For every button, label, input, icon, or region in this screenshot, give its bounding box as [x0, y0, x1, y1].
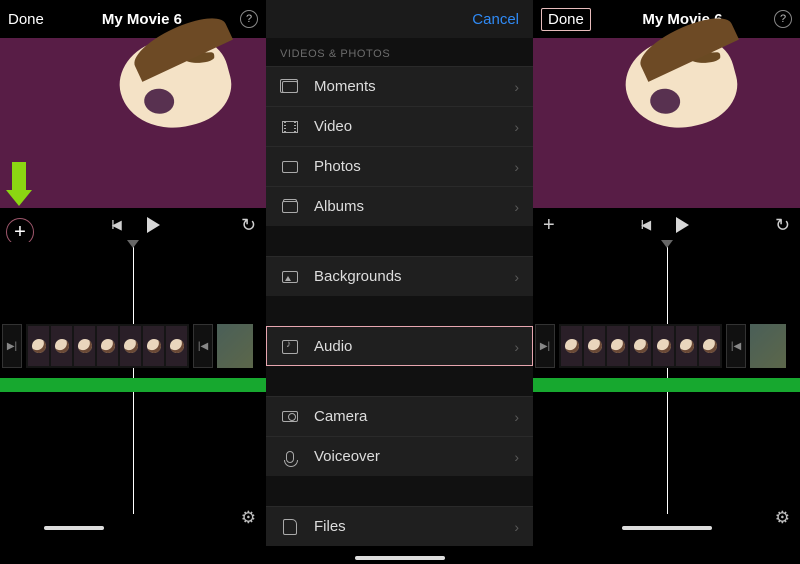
- row-moments[interactable]: Moments ›: [266, 66, 533, 106]
- section-gap: [266, 296, 533, 326]
- audio-icon: [280, 337, 300, 357]
- picker-top-bar: Cancel: [266, 0, 533, 38]
- add-media-button[interactable]: +: [543, 214, 555, 237]
- video-clip[interactable]: [26, 324, 189, 368]
- timeline[interactable]: ▶| |◀ ⚙: [0, 242, 266, 534]
- video-clip[interactable]: [559, 324, 722, 368]
- play-button[interactable]: [147, 217, 160, 233]
- video-preview: [0, 38, 266, 208]
- camera-icon: [280, 407, 300, 427]
- settings-icon[interactable]: ⚙: [775, 508, 790, 528]
- done-button[interactable]: Done: [541, 8, 591, 31]
- transport-bar: + I◀ ↺: [533, 208, 800, 242]
- home-indicator: [355, 556, 445, 560]
- tutorial-triptych: Done My Movie 6 ? + I◀ ↺ ▶|: [0, 0, 800, 564]
- chevron-right-icon: ›: [514, 269, 519, 285]
- section-gap: [266, 226, 533, 256]
- media-picker-panel: Cancel VIDEOS & PHOTOS Moments › Video ›…: [266, 0, 533, 564]
- done-button[interactable]: Done: [8, 11, 44, 28]
- row-label: Files: [314, 518, 514, 535]
- row-albums[interactable]: Albums ›: [266, 186, 533, 226]
- albums-icon: [280, 197, 300, 217]
- chevron-right-icon: ›: [514, 449, 519, 465]
- clip-row: ▶| |◀: [533, 322, 800, 370]
- clip-handle-left[interactable]: ▶|: [2, 324, 22, 368]
- section-gap: [266, 476, 533, 506]
- clip-handle-left[interactable]: ▶|: [535, 324, 555, 368]
- help-icon[interactable]: ?: [240, 10, 258, 28]
- row-label: Albums: [314, 198, 514, 215]
- preview-art: [617, 25, 747, 140]
- chevron-right-icon: ›: [514, 339, 519, 355]
- clip-next[interactable]: [750, 324, 786, 368]
- play-button[interactable]: [676, 217, 689, 233]
- video-preview: [533, 38, 800, 208]
- undo-button[interactable]: ↺: [775, 215, 790, 236]
- backgrounds-icon: [280, 267, 300, 287]
- section-header-videos-photos: VIDEOS & PHOTOS: [266, 38, 533, 66]
- chevron-right-icon: ›: [514, 519, 519, 535]
- tutorial-arrow-icon: [6, 162, 32, 206]
- clip-next[interactable]: [217, 324, 253, 368]
- row-backgrounds[interactable]: Backgrounds ›: [266, 256, 533, 296]
- audio-track[interactable]: [0, 378, 266, 392]
- row-label: Audio: [314, 338, 514, 355]
- home-indicator: [622, 526, 712, 530]
- transport-bar: I◀ ↺: [0, 208, 266, 242]
- audio-track[interactable]: [533, 378, 800, 392]
- chevron-right-icon: ›: [514, 199, 519, 215]
- settings-icon[interactable]: ⚙: [241, 508, 256, 528]
- skip-start-button[interactable]: I◀: [111, 217, 119, 233]
- skip-start-button[interactable]: I◀: [640, 217, 648, 233]
- row-label: Photos: [314, 158, 514, 175]
- row-label: Camera: [314, 408, 514, 425]
- row-files[interactable]: Files ›: [266, 506, 533, 546]
- preview-art: [110, 25, 240, 140]
- clip-handle-right[interactable]: |◀: [726, 324, 746, 368]
- clip-row: ▶| |◀: [0, 322, 266, 370]
- cancel-button[interactable]: Cancel: [472, 11, 519, 28]
- home-indicator: [44, 526, 104, 530]
- photos-icon: [280, 157, 300, 177]
- chevron-right-icon: ›: [514, 159, 519, 175]
- row-photos[interactable]: Photos ›: [266, 146, 533, 186]
- row-label: Voiceover: [314, 448, 514, 465]
- project-title: My Movie 6: [591, 11, 774, 28]
- section-gap: [266, 366, 533, 396]
- moments-icon: [280, 77, 300, 97]
- editor-panel-step1: Done My Movie 6 ? + I◀ ↺ ▶|: [0, 0, 266, 564]
- top-bar: Done My Movie 6 ?: [533, 0, 800, 38]
- chevron-right-icon: ›: [514, 409, 519, 425]
- chevron-right-icon: ›: [514, 119, 519, 135]
- chevron-right-icon: ›: [514, 79, 519, 95]
- row-camera[interactable]: Camera ›: [266, 396, 533, 436]
- files-icon: [280, 517, 300, 537]
- mic-icon: [280, 447, 300, 467]
- row-label: Moments: [314, 78, 514, 95]
- video-icon: [280, 117, 300, 137]
- help-icon[interactable]: ?: [774, 10, 792, 28]
- row-voiceover[interactable]: Voiceover ›: [266, 436, 533, 476]
- editor-panel-step3: Done My Movie 6 ? + I◀ ↺ ▶|: [533, 0, 800, 564]
- row-audio[interactable]: Audio ›: [266, 326, 533, 366]
- row-video[interactable]: Video ›: [266, 106, 533, 146]
- timeline[interactable]: ▶| |◀ ⚙: [533, 242, 800, 534]
- row-label: Backgrounds: [314, 268, 514, 285]
- row-label: Video: [314, 118, 514, 135]
- undo-button[interactable]: ↺: [241, 215, 256, 236]
- clip-handle-right[interactable]: |◀: [193, 324, 213, 368]
